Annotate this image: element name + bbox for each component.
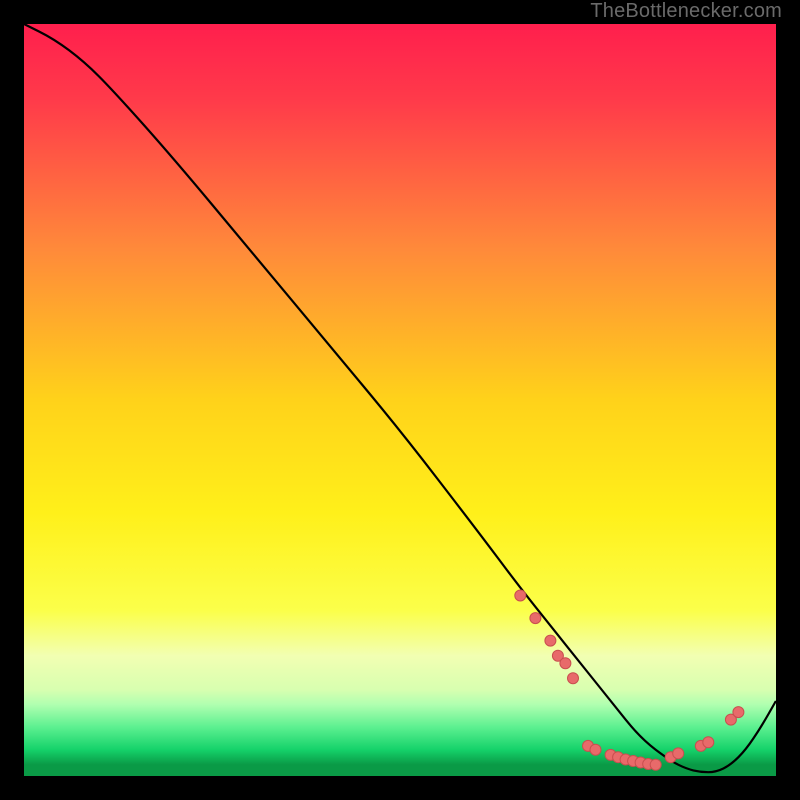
plot-background — [24, 24, 776, 776]
data-point — [650, 759, 661, 770]
data-point — [703, 737, 714, 748]
data-point — [560, 658, 571, 669]
data-point — [568, 673, 579, 684]
watermark-text: TheBottlenecker.com — [590, 0, 782, 23]
data-point — [733, 707, 744, 718]
chart-canvas — [15, 15, 785, 785]
chart-frame — [15, 15, 785, 785]
data-point — [590, 744, 601, 755]
data-point — [545, 635, 556, 646]
data-point — [530, 613, 541, 624]
data-point — [673, 748, 684, 759]
data-point — [515, 590, 526, 601]
